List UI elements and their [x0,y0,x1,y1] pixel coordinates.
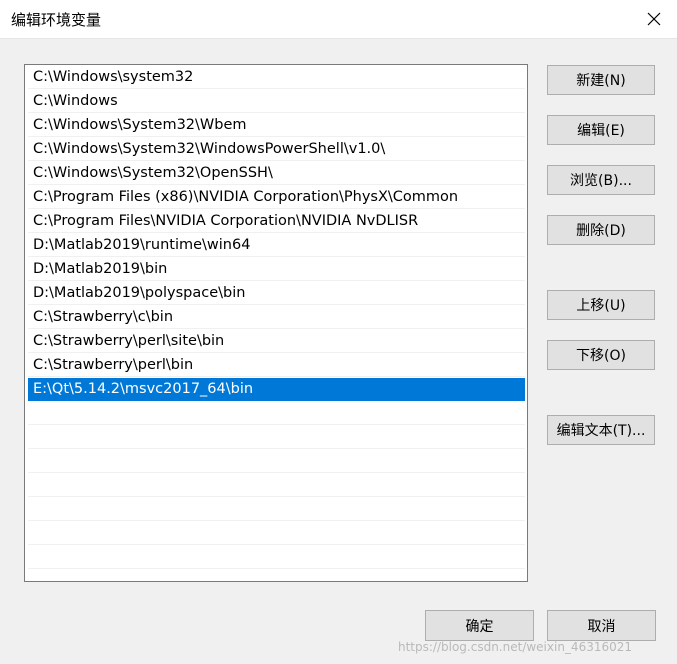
cancel-button[interactable]: 取消 [547,610,656,641]
list-item[interactable]: C:\Program Files (x86)\NVIDIA Corporatio… [28,186,525,209]
empty-list-row[interactable] [28,450,525,473]
list-item[interactable]: C:\Windows\System32\Wbem [28,114,525,137]
list-item[interactable]: C:\Strawberry\perl\bin [28,354,525,377]
list-item[interactable]: C:\Windows [28,90,525,113]
new-button[interactable]: 新建(N) [547,65,655,95]
title-bar: 编辑环境变量 [0,0,677,39]
empty-list-row[interactable] [28,402,525,425]
edit-text-button[interactable]: 编辑文本(T)... [547,415,655,445]
close-icon [647,12,661,26]
empty-list-row[interactable] [28,522,525,545]
list-item[interactable]: D:\Matlab2019\runtime\win64 [28,234,525,257]
list-item[interactable]: C:\Strawberry\perl\site\bin [28,330,525,353]
window-title: 编辑环境变量 [11,11,102,29]
empty-list-row[interactable] [28,474,525,497]
list-item[interactable]: D:\Matlab2019\bin [28,258,525,281]
close-button[interactable] [631,0,677,38]
delete-button[interactable]: 删除(D) [547,215,655,245]
watermark: https://blog.csdn.net/weixin_46316021 [398,640,633,654]
edit-button[interactable]: 编辑(E) [547,115,655,145]
empty-list-row[interactable] [28,546,525,569]
list-item[interactable]: C:\Windows\System32\WindowsPowerShell\v1… [28,138,525,161]
list-item[interactable]: D:\Matlab2019\polyspace\bin [28,282,525,305]
path-list[interactable]: C:\Windows\system32 C:\Windows C:\Windows\… [24,64,528,582]
list-item[interactable]: C:\Strawberry\c\bin [28,306,525,329]
ok-button[interactable]: 确定 [425,610,534,641]
list-item[interactable]: C:\Program Files\NVIDIA Corporation\NVID… [28,210,525,233]
list-item[interactable]: C:\Windows\system32 [28,66,525,89]
list-item[interactable]: C:\Windows\System32\OpenSSH\ [28,162,525,185]
list-item[interactable]: E:\Qt\5.14.2\msvc2017_64\bin [28,378,525,401]
move-down-button[interactable]: 下移(O) [547,340,655,370]
empty-list-row[interactable] [28,498,525,521]
move-up-button[interactable]: 上移(U) [547,290,655,320]
browse-button[interactable]: 浏览(B)... [547,165,655,195]
empty-list-row[interactable] [28,426,525,449]
